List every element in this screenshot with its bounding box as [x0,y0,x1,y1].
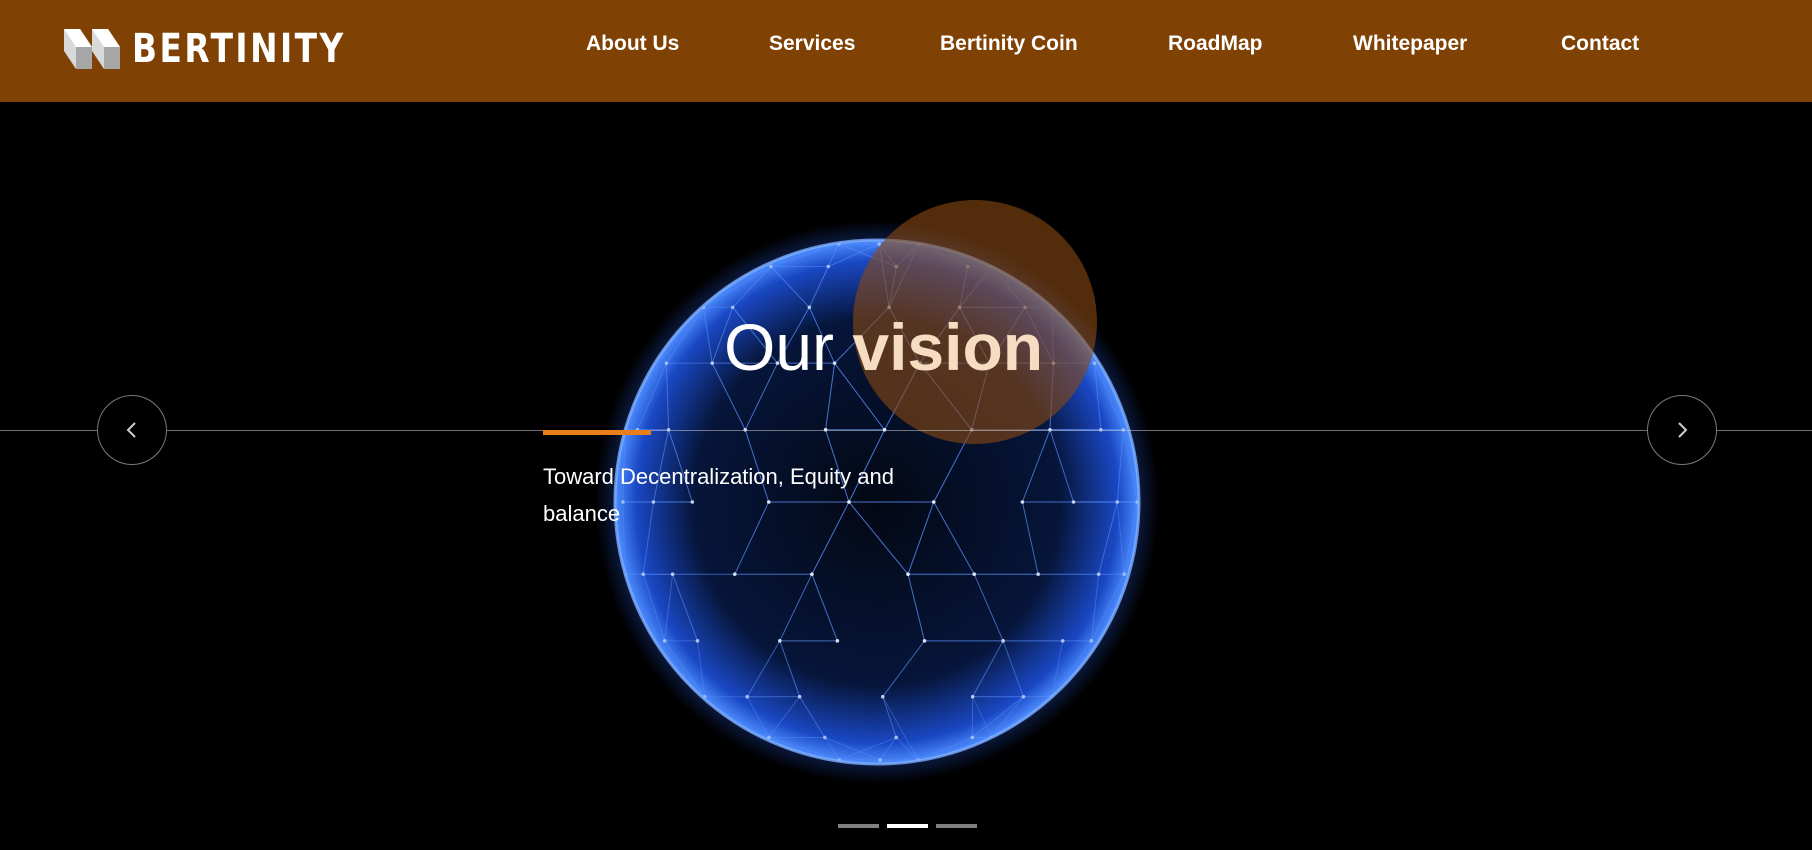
nav-services[interactable]: Services [769,32,855,56]
prev-slide-button[interactable] [97,395,167,465]
main-nav: About Us Services Bertinity Coin RoadMap… [0,0,1812,102]
nav-bertinity-coin[interactable]: Bertinity Coin [940,32,1078,56]
nav-whitepaper[interactable]: Whitepaper [1353,32,1467,56]
chevron-right-icon [1678,422,1688,438]
title-accent-bar [543,430,651,435]
hero-slider: Our vision Toward Decentralization, Equi… [0,102,1812,850]
next-slide-button[interactable] [1647,395,1717,465]
nav-roadmap[interactable]: RoadMap [1168,32,1263,56]
slide-indicator-1[interactable] [838,824,879,828]
hero-title-our: Our [724,310,835,384]
slide-indicator-2[interactable] [887,824,928,828]
hero-subtitle: Toward Decentralization, Equity and bala… [543,464,894,526]
hero-title: Our vision [724,314,1043,380]
chevron-left-icon [126,422,136,438]
slider-divider-line [0,430,1812,431]
hero-title-vision: vision [852,310,1044,384]
nav-about-us[interactable]: About Us [586,32,679,56]
slide-indicator-3[interactable] [936,824,977,828]
site-header: BERTINITY About Us Services Bertinity Co… [0,0,1812,102]
nav-contact[interactable]: Contact [1561,32,1639,56]
slide-indicators [838,824,977,828]
